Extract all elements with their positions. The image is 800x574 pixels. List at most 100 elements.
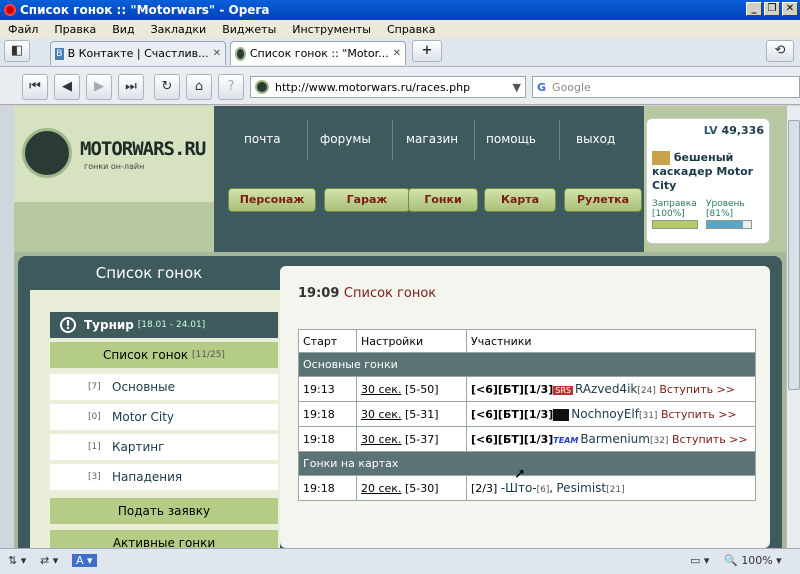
player-name[interactable]: Barmenium xyxy=(580,432,650,446)
forward-icon[interactable]: ▶ xyxy=(86,74,112,100)
zoom-control[interactable]: 🔍 100% ▾ xyxy=(724,554,782,567)
menu-edit[interactable]: Правка xyxy=(46,23,104,36)
menu-view[interactable]: Вид xyxy=(104,23,142,36)
panel-toggle-icon[interactable]: ◧ xyxy=(4,40,30,62)
header-settings: Настройки xyxy=(356,329,467,353)
home-icon[interactable]: ⌂ xyxy=(186,74,212,100)
search-placeholder: Google xyxy=(552,80,591,94)
nav-shop[interactable]: магазин xyxy=(406,132,458,146)
player-level: [21] xyxy=(606,485,625,495)
tab-motorwars[interactable]: Список гонок :: "Motor... ✕ xyxy=(230,41,406,65)
maximize-button[interactable]: ❐ xyxy=(764,2,780,16)
character-button[interactable]: Персонаж xyxy=(228,188,316,212)
minimize-button[interactable]: _ xyxy=(746,2,762,16)
sidebar-item-motor-city[interactable]: [0] Motor City xyxy=(50,404,278,430)
header-participants: Участники xyxy=(466,329,756,353)
menu-tools[interactable]: Инструменты xyxy=(284,23,379,36)
races-table: Старт Настройки Участники Основные гонки… xyxy=(298,329,756,501)
race-participants: [<6][БТ][1/3] NochnoyElf[31] Вступить >> xyxy=(466,401,756,427)
vertical-scrollbar[interactable] xyxy=(786,106,800,548)
reload-icon[interactable]: ↻ xyxy=(154,74,180,100)
sidebar: ! Турнир [18.01 - 24.01] Список гонок [1… xyxy=(30,290,280,548)
garage-button[interactable]: Гараж xyxy=(324,188,410,212)
turbo-icon[interactable]: ⇄ ▾ xyxy=(40,554,58,567)
stats-bars: Заправка [100%] Уровень [81%] xyxy=(652,199,764,229)
sidebar-item-attacks[interactable]: [3] Нападения xyxy=(50,464,278,490)
interval-link[interactable]: 20 сек. xyxy=(361,482,401,495)
nav-mail[interactable]: почта xyxy=(244,132,281,146)
scrollbar-thumb[interactable] xyxy=(788,120,800,390)
speed-dial-icon[interactable]: A ▾ xyxy=(72,554,97,567)
header-start: Старт xyxy=(298,329,357,353)
races-button[interactable]: Гонки xyxy=(408,188,478,212)
player-name[interactable]: -Што- xyxy=(501,481,537,495)
sidebar-item-tournament[interactable]: ! Турнир [18.01 - 24.01] xyxy=(50,312,278,338)
user-panel: LV 49,336 бешеный каскадер Motor City За… xyxy=(646,118,770,244)
table-row: 19:13 30 сек. [5-50] [<6][БТ][1/3] SRS RAz… xyxy=(298,376,756,402)
close-button[interactable]: ✕ xyxy=(782,2,798,16)
current-time: 19:09 xyxy=(298,286,340,301)
player-name[interactable]: NochnoyElf xyxy=(571,407,639,421)
join-link[interactable]: Вступить >> xyxy=(659,383,735,396)
sidebar-item-main[interactable]: [7] Основные xyxy=(50,374,278,400)
interval-link[interactable]: 30 сек. xyxy=(361,383,401,396)
sidebar-item-karting[interactable]: [1] Картинг xyxy=(50,434,278,460)
menu-bar: Файл Правка Вид Закладки Виджеты Инструм… xyxy=(0,20,800,38)
wand-icon[interactable]: ? xyxy=(218,74,244,100)
level-label: Уровень xyxy=(706,199,745,209)
player-name[interactable]: Pesimist xyxy=(556,481,606,495)
opera-icon xyxy=(4,4,16,16)
item-count: [0] xyxy=(88,412,101,422)
race-settings: 20 сек. [5-30] xyxy=(356,475,467,501)
race-start: 19:18 xyxy=(298,475,357,501)
player-level: [24] xyxy=(637,386,656,396)
join-link[interactable]: Вступить >> xyxy=(661,408,737,421)
apply-button[interactable]: Подать заявку xyxy=(50,498,278,524)
race-settings: 30 сек. [5-50] xyxy=(356,376,467,402)
menu-bookmarks[interactable]: Закладки xyxy=(143,23,215,36)
player-name[interactable]: RAzved4ik xyxy=(575,382,637,396)
menu-help[interactable]: Справка xyxy=(379,23,443,36)
section-main: Основные гонки xyxy=(298,352,756,377)
map-button[interactable]: Карта xyxy=(484,188,556,212)
back-icon[interactable]: ◀ xyxy=(54,74,80,100)
status-bar: ⇅ ▾ ⇄ ▾ A ▾ ▭ ▾ 🔍 100% ▾ xyxy=(0,548,800,574)
rewind-icon[interactable]: ⏮ xyxy=(22,74,48,100)
nav-help[interactable]: помощь xyxy=(486,132,536,146)
kart-count: [2/3] xyxy=(471,482,498,495)
menu-file[interactable]: Файл xyxy=(0,23,46,36)
navigation-toolbar: ⏮ ◀ ▶ ⏭ ↻ ⌂ ? http://www.motorwars.ru/ra… xyxy=(0,67,800,105)
address-bar[interactable]: http://www.motorwars.ru/races.php ▼ xyxy=(250,76,526,98)
team-badge-icon xyxy=(553,409,570,421)
interval-link[interactable]: 30 сек. xyxy=(361,408,401,421)
item-label: Основные xyxy=(112,380,176,394)
google-icon: G xyxy=(537,80,547,94)
search-field[interactable]: G Google xyxy=(532,76,800,98)
trash-icon[interactable]: ⟲ xyxy=(766,40,794,62)
nav-exit[interactable]: выход xyxy=(576,132,615,146)
level-bar-fill xyxy=(707,221,743,228)
settings-icon[interactable]: ⇅ ▾ xyxy=(8,554,26,567)
tab-vkontakte[interactable]: B В Контакте | Счастлив... ✕ xyxy=(50,41,226,65)
table-row: 19:18 20 сек. [5-30] [2/3] -Што-[6], Pes… xyxy=(298,475,756,501)
close-icon[interactable]: ✕ xyxy=(213,48,221,59)
roulette-button[interactable]: Рулетка xyxy=(564,188,642,212)
chevron-down-icon[interactable]: ▼ xyxy=(513,81,525,94)
item-count: [7] xyxy=(88,382,101,392)
sidebar-title: Список гонок xyxy=(95,264,203,282)
view-icon[interactable]: ▭ ▾ xyxy=(690,554,709,567)
active-races-button[interactable]: Активные гонки xyxy=(50,530,278,548)
menu-widgets[interactable]: Виджеты xyxy=(214,23,284,36)
sidebar-item-race-list[interactable]: Список гонок [11/25] xyxy=(50,342,278,368)
join-link[interactable]: Вступить >> xyxy=(672,433,748,446)
close-icon[interactable]: ✕ xyxy=(393,48,401,59)
user-name[interactable]: бешеный каскадер Motor City xyxy=(652,151,764,193)
lv-label: LV xyxy=(703,124,718,137)
new-tab-icon[interactable]: + xyxy=(412,40,442,62)
site-icon xyxy=(255,80,269,94)
logo-area[interactable]: MOTORWARS.RU гонки он-лайн xyxy=(14,106,214,202)
interval-link[interactable]: 30 сек. xyxy=(361,433,401,446)
section-label: Гонки на картах xyxy=(298,451,756,476)
nav-forums[interactable]: форумы xyxy=(320,132,371,146)
fast-forward-icon[interactable]: ⏭ xyxy=(118,74,144,100)
